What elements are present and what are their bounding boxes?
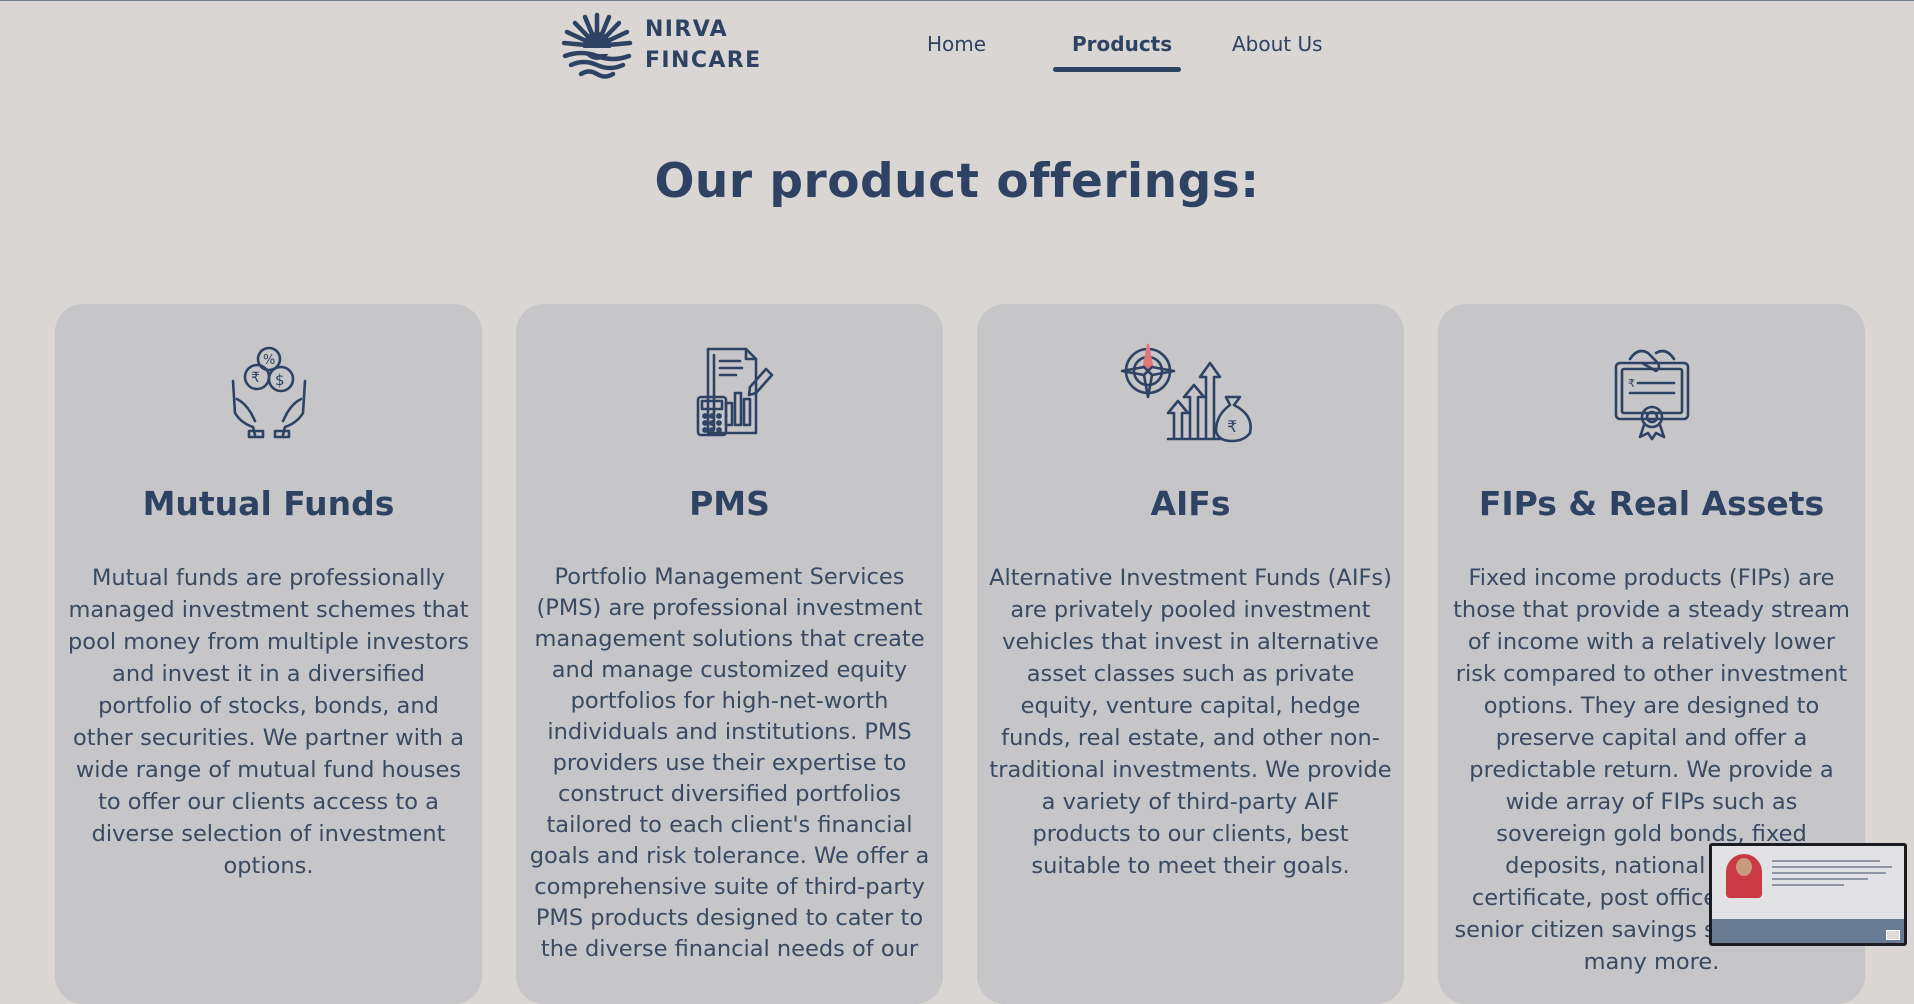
card-title: AIFs [1150, 484, 1231, 523]
brand-name[interactable]: NIRVA FINCARE [645, 14, 762, 76]
svg-text:₹: ₹ [1227, 417, 1237, 436]
picture-in-picture-preview[interactable] [1709, 843, 1907, 946]
svg-text:₹: ₹ [1628, 377, 1635, 390]
svg-text:%: % [263, 353, 275, 368]
product-card-mutual-funds: % ₹ $ Mutual Funds Mutual funds are prof… [55, 304, 482, 1004]
active-nav-indicator [1053, 67, 1181, 72]
card-description: Mutual funds are professionally managed … [68, 565, 469, 879]
preview-text-lines [1772, 860, 1892, 890]
card-title: PMS [689, 484, 770, 523]
card-description: Portfolio Management Services (PMS) are … [529, 564, 930, 962]
certificate-handshake-icon: ₹ [1438, 341, 1865, 441]
card-description: Alternative Investment Funds (AIFs) are … [989, 565, 1392, 879]
avatar-face [1736, 858, 1752, 876]
nav-products[interactable]: Products [1072, 32, 1172, 56]
preview-thumbnail [1712, 846, 1904, 943]
brand-line-1: NIRVA [645, 17, 729, 42]
svg-text:$: $ [275, 371, 285, 389]
product-card-pms: PMS Portfolio Management Services (PMS) … [516, 304, 943, 1004]
page-title: Our product offerings: [654, 154, 1260, 209]
brand-line-2: FINCARE [645, 48, 762, 73]
site-header: NIRVA FINCARE Home Products About Us [0, 0, 1914, 90]
report-calculator-icon [516, 341, 943, 441]
product-card-aifs: ₹ AIFs Alternative Investment Funds (AIF… [977, 304, 1404, 1004]
hands-coins-icon: % ₹ $ [55, 341, 482, 441]
compass-growth-icon: ₹ [977, 341, 1404, 443]
card-title: FIPs & Real Assets [1478, 484, 1825, 523]
card-title: Mutual Funds [142, 484, 395, 523]
sunrise-logo-icon[interactable] [561, 12, 633, 80]
nav-home[interactable]: Home [927, 32, 986, 56]
nav-about-us[interactable]: About Us [1232, 32, 1323, 56]
preview-footer [1712, 919, 1904, 943]
expand-icon[interactable] [1886, 930, 1900, 940]
svg-text:₹: ₹ [251, 370, 260, 386]
